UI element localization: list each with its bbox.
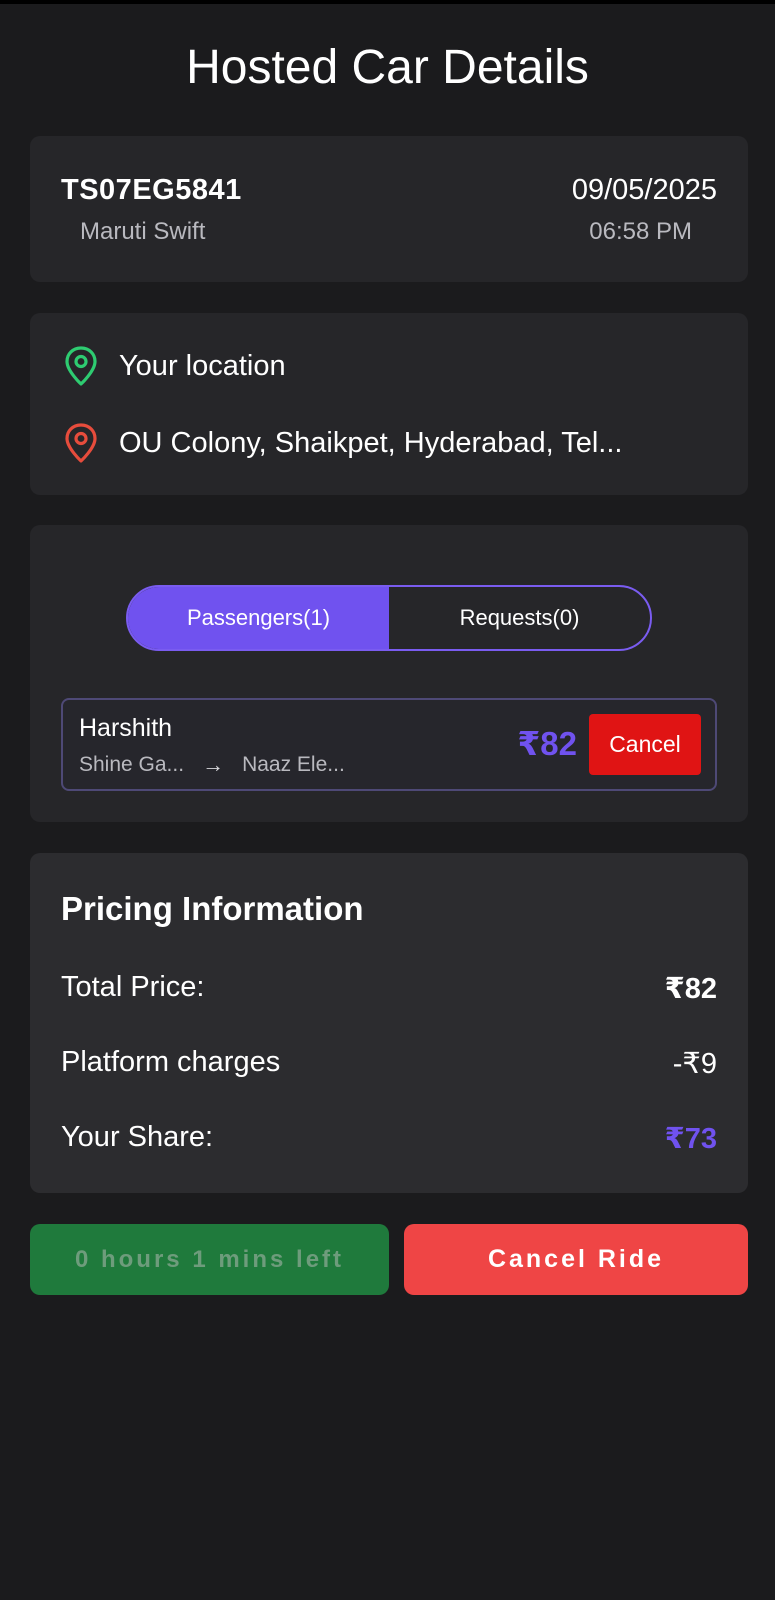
passenger-fare: ₹82 bbox=[517, 725, 577, 762]
total-price-value: ₹82 bbox=[664, 973, 717, 1005]
tab-requests[interactable]: Requests(0) bbox=[389, 587, 650, 649]
platform-charges-label: Platform charges bbox=[61, 1046, 281, 1078]
tab-passengers[interactable]: Passengers(1) bbox=[128, 587, 389, 649]
location-pin-icon bbox=[63, 345, 99, 387]
dropoff-location-row: OU Colony, Shaikpet, Hyderabad, Tel... bbox=[63, 422, 622, 464]
passenger-name: Harshith bbox=[79, 714, 173, 742]
cancel-ride-button[interactable]: Cancel Ride bbox=[404, 1224, 748, 1295]
cancel-passenger-button[interactable]: Cancel bbox=[589, 714, 701, 775]
passenger-route: Shine Ga... → Naaz Ele... bbox=[79, 752, 345, 778]
your-share-label: Your Share: bbox=[61, 1121, 214, 1153]
your-share-row: Your Share: ₹73 bbox=[61, 1121, 717, 1156]
dropoff-location-text: OU Colony, Shaikpet, Hyderabad, Tel... bbox=[119, 426, 623, 459]
pricing-title: Pricing Information bbox=[61, 890, 364, 927]
location-pin-icon bbox=[63, 422, 99, 464]
total-price-row: Total Price: ₹82 bbox=[61, 971, 717, 1006]
arrow-right-icon: → bbox=[202, 752, 225, 777]
pickup-location-text: Your location bbox=[119, 349, 286, 382]
car-plate: TS07EG5841 bbox=[61, 174, 242, 206]
passenger-list-item: Harshith Shine Ga... → Naaz Ele... ₹82 C… bbox=[61, 698, 717, 791]
passenger-to: Naaz Ele... bbox=[242, 753, 345, 776]
platform-charges-value: -₹9 bbox=[672, 1048, 717, 1080]
page-title: Hosted Car Details bbox=[186, 41, 589, 94]
route-card: Your location OU Colony, Shaikpet, Hyder… bbox=[30, 313, 748, 495]
passenger-from: Shine Ga... bbox=[79, 753, 185, 776]
status-divider bbox=[0, 0, 775, 4]
time-left-indicator: 0 hours 1 mins left bbox=[30, 1224, 389, 1295]
car-info-card: TS07EG5841 Maruti Swift 09/05/2025 06:58… bbox=[30, 136, 748, 282]
pricing-card: Pricing Information Total Price: ₹82 Pla… bbox=[30, 853, 748, 1193]
platform-charges-row: Platform charges -₹9 bbox=[61, 1046, 717, 1081]
total-price-label: Total Price: bbox=[61, 971, 205, 1003]
car-model: Maruti Swift bbox=[80, 218, 206, 245]
passengers-card: Passengers(1) Requests(0) Harshith Shine… bbox=[30, 525, 748, 822]
ride-date: 09/05/2025 bbox=[571, 174, 717, 206]
ride-time: 06:58 PM bbox=[589, 218, 692, 245]
pickup-location-row: Your location bbox=[63, 345, 286, 387]
passenger-tabs: Passengers(1) Requests(0) bbox=[126, 585, 652, 651]
your-share-value: ₹73 bbox=[664, 1123, 717, 1155]
